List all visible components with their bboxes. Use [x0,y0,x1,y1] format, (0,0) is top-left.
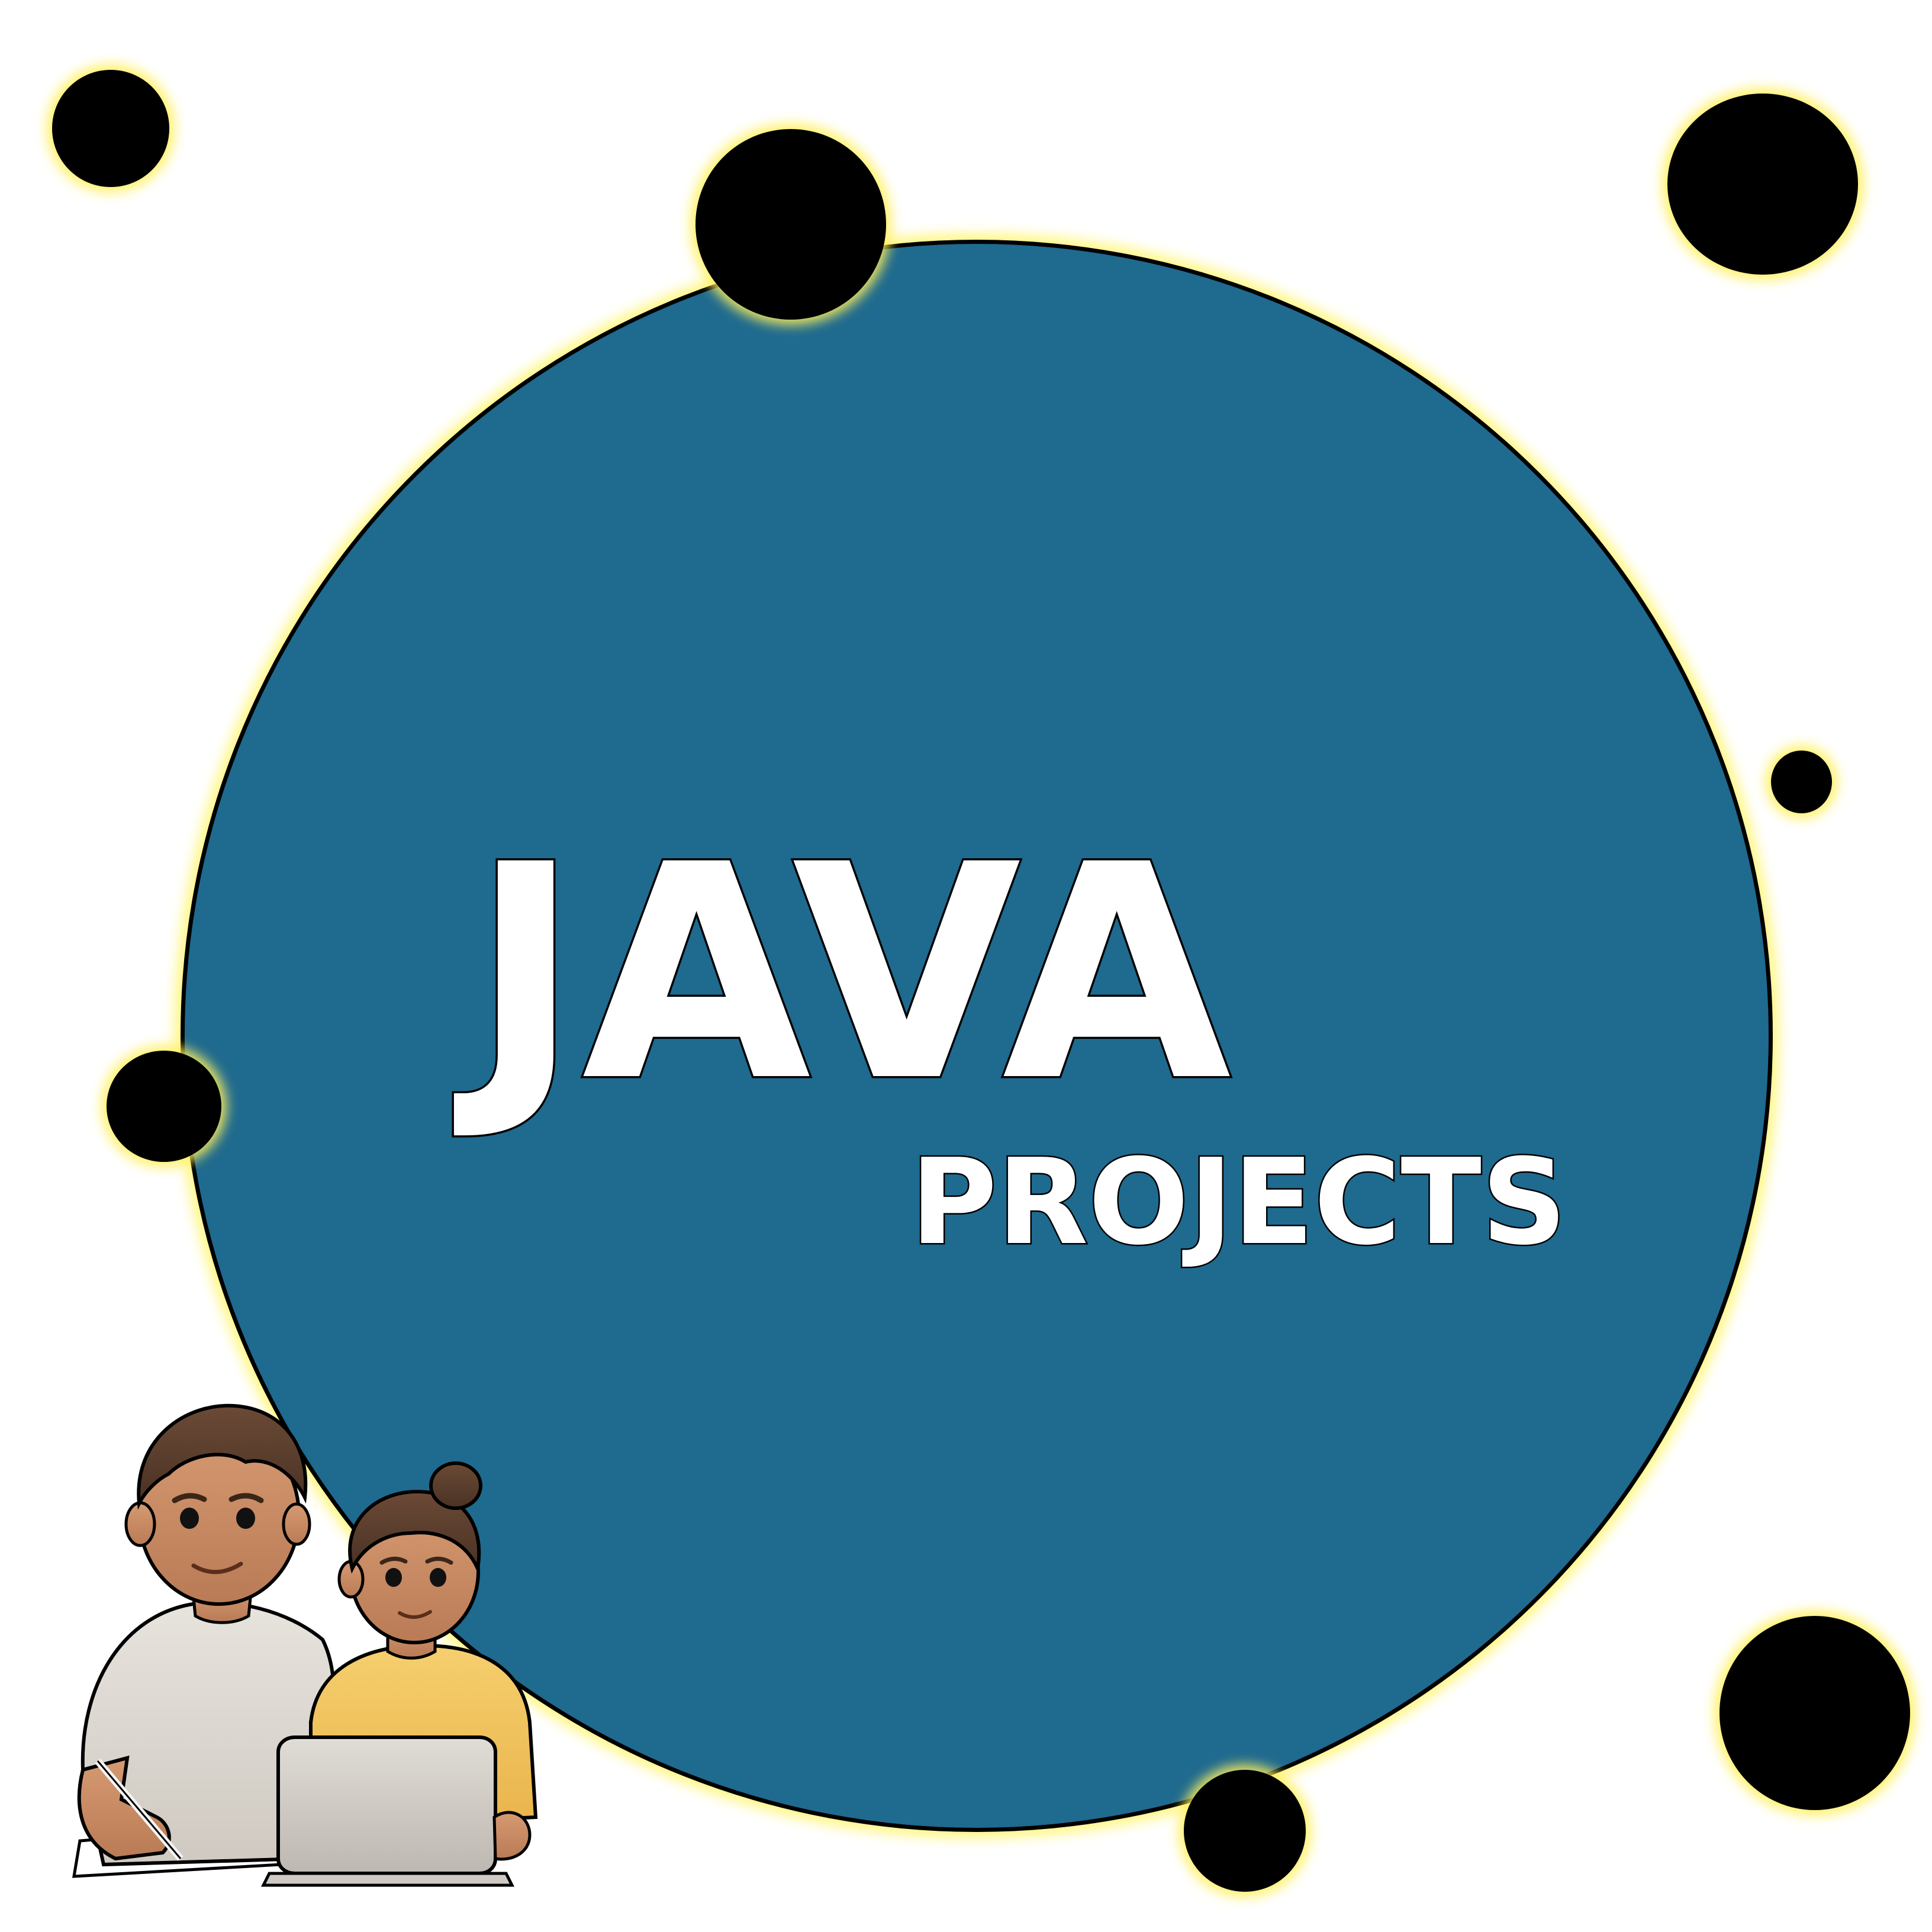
dot-right-small [1771,751,1832,813]
dot-left-middle [107,1051,221,1162]
two-people-with-laptop-icon [72,1403,538,1887]
poster-canvas: JAVA PROJECTS [0,0,1932,1932]
dot-bottom-center [1184,1770,1306,1892]
page-title: JAVA [468,801,1233,1146]
dot-top-right [1667,94,1858,275]
dot-top-left [52,70,169,187]
dot-bottom-right [1720,1616,1910,1810]
dot-top-center [695,129,886,320]
page-subtitle: PROJECTS [909,1134,1569,1271]
